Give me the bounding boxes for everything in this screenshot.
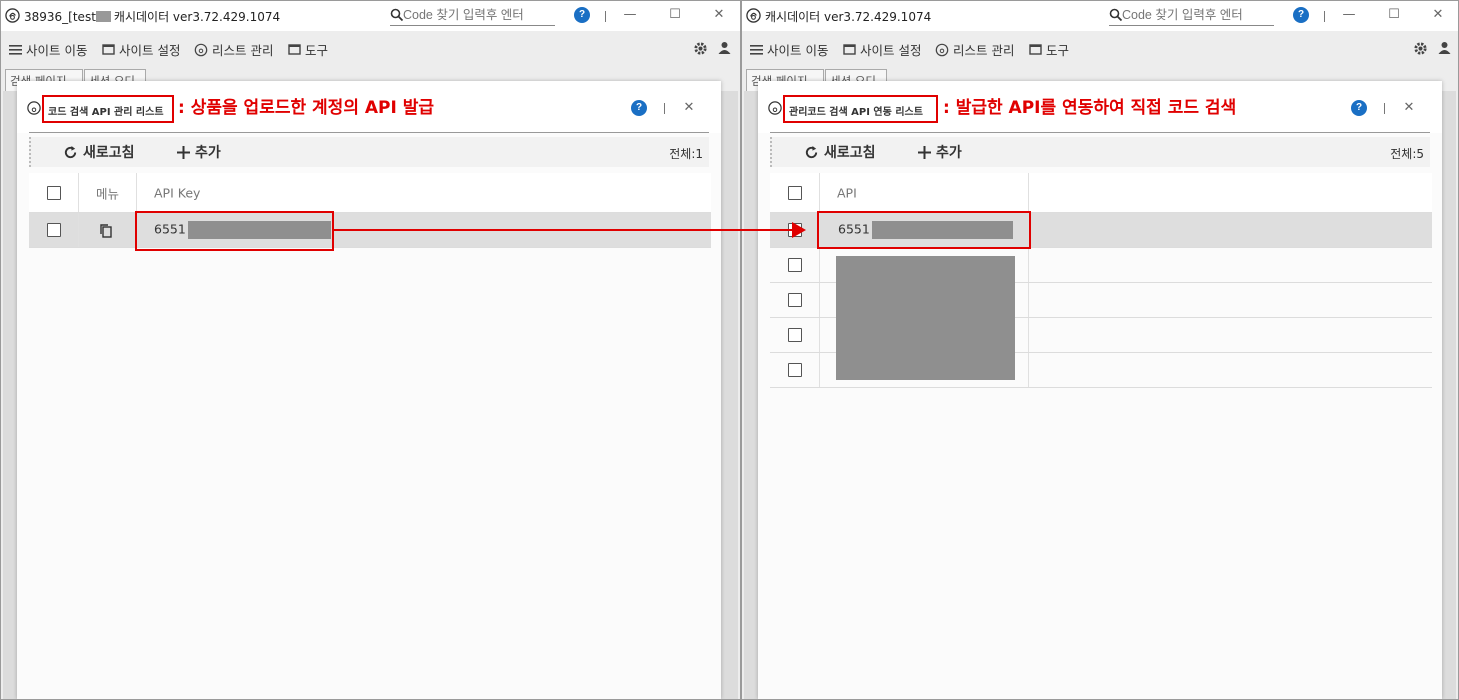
connector-arrow [334, 222, 806, 238]
